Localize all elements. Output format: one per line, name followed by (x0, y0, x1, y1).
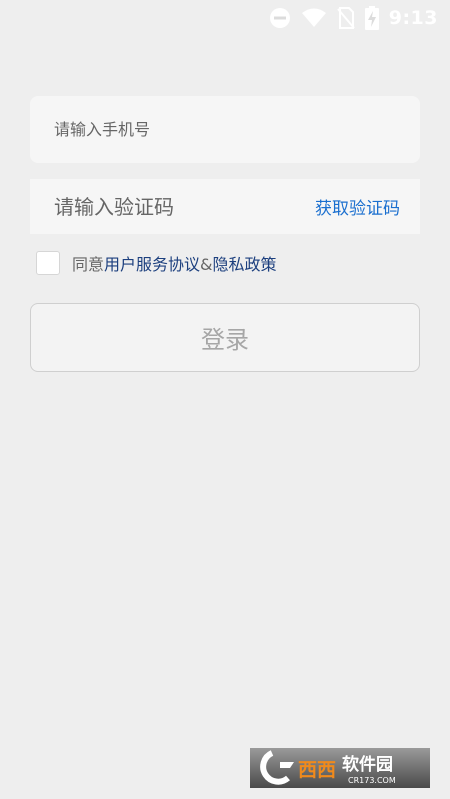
agreement-row: 同意用户服务协议&隐私政策 (36, 250, 277, 276)
terms-link[interactable]: 用户服务协议 (104, 255, 200, 274)
login-button-label: 登录 (201, 326, 249, 354)
svg-text:西西: 西西 (298, 759, 336, 781)
status-bar: 9:13 (0, 0, 450, 36)
agree-checkbox[interactable] (36, 251, 60, 275)
battery-charging-icon (364, 6, 379, 30)
code-input[interactable] (52, 193, 315, 220)
phone-field-container (30, 96, 420, 163)
status-time: 9:13 (388, 7, 438, 29)
privacy-link[interactable]: 隐私政策 (213, 255, 277, 274)
status-icons: 9:13 (269, 6, 438, 30)
phone-input[interactable] (52, 119, 398, 140)
agreement-separator: & (200, 255, 213, 274)
code-field-container: 获取验证码 (30, 179, 420, 234)
no-sim-icon (336, 7, 355, 29)
agreement-text: 同意用户服务协议&隐私政策 (72, 251, 277, 275)
svg-text:CR173.COM: CR173.COM (348, 776, 396, 785)
wifi-icon (301, 8, 327, 28)
watermark-logo: 西西 软件园 CR173.COM (250, 748, 430, 788)
agreement-prefix: 同意 (72, 255, 105, 274)
login-button[interactable]: 登录 (30, 303, 420, 372)
do-not-disturb-icon (269, 7, 291, 29)
get-code-button[interactable]: 获取验证码 (315, 194, 400, 219)
svg-text:软件园: 软件园 (342, 754, 393, 775)
